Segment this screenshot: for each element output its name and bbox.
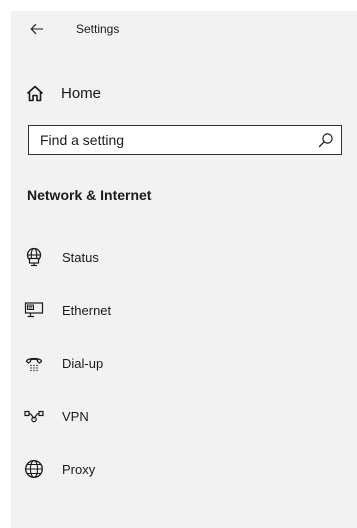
nav-item-dialup[interactable]: Dial-up — [23, 349, 343, 377]
nav-item-proxy[interactable]: Proxy — [23, 455, 343, 483]
search-box — [28, 125, 342, 155]
nav-item-vpn[interactable]: VPN — [23, 402, 343, 430]
nav-item-label: VPN — [62, 408, 89, 424]
settings-nav-pane: Settings Home Network & Internet — [11, 11, 357, 528]
home-label: Home — [61, 84, 102, 102]
nav-item-ethernet[interactable]: Ethernet — [23, 296, 343, 324]
dialup-phone-icon — [23, 352, 45, 374]
window-title: Settings — [76, 22, 120, 36]
nav-item-label: Status — [62, 249, 99, 265]
home-nav-item[interactable]: Home — [25, 81, 225, 105]
search-input[interactable] — [29, 126, 310, 153]
nav-item-label: Ethernet — [62, 302, 112, 318]
back-button[interactable] — [25, 19, 49, 39]
vpn-icon — [23, 405, 45, 427]
search-icon[interactable] — [318, 132, 334, 148]
ethernet-icon — [23, 299, 45, 321]
home-icon — [25, 83, 45, 103]
nav-item-label: Dial-up — [62, 355, 104, 371]
nav-item-status[interactable]: Status — [23, 243, 343, 271]
back-arrow-icon — [30, 23, 43, 35]
globe-icon — [23, 458, 45, 480]
nav-item-label: Proxy — [62, 461, 96, 477]
title-bar: Settings — [11, 11, 357, 47]
section-heading: Network & Internet — [27, 187, 152, 203]
globe-monitor-icon — [23, 246, 45, 268]
